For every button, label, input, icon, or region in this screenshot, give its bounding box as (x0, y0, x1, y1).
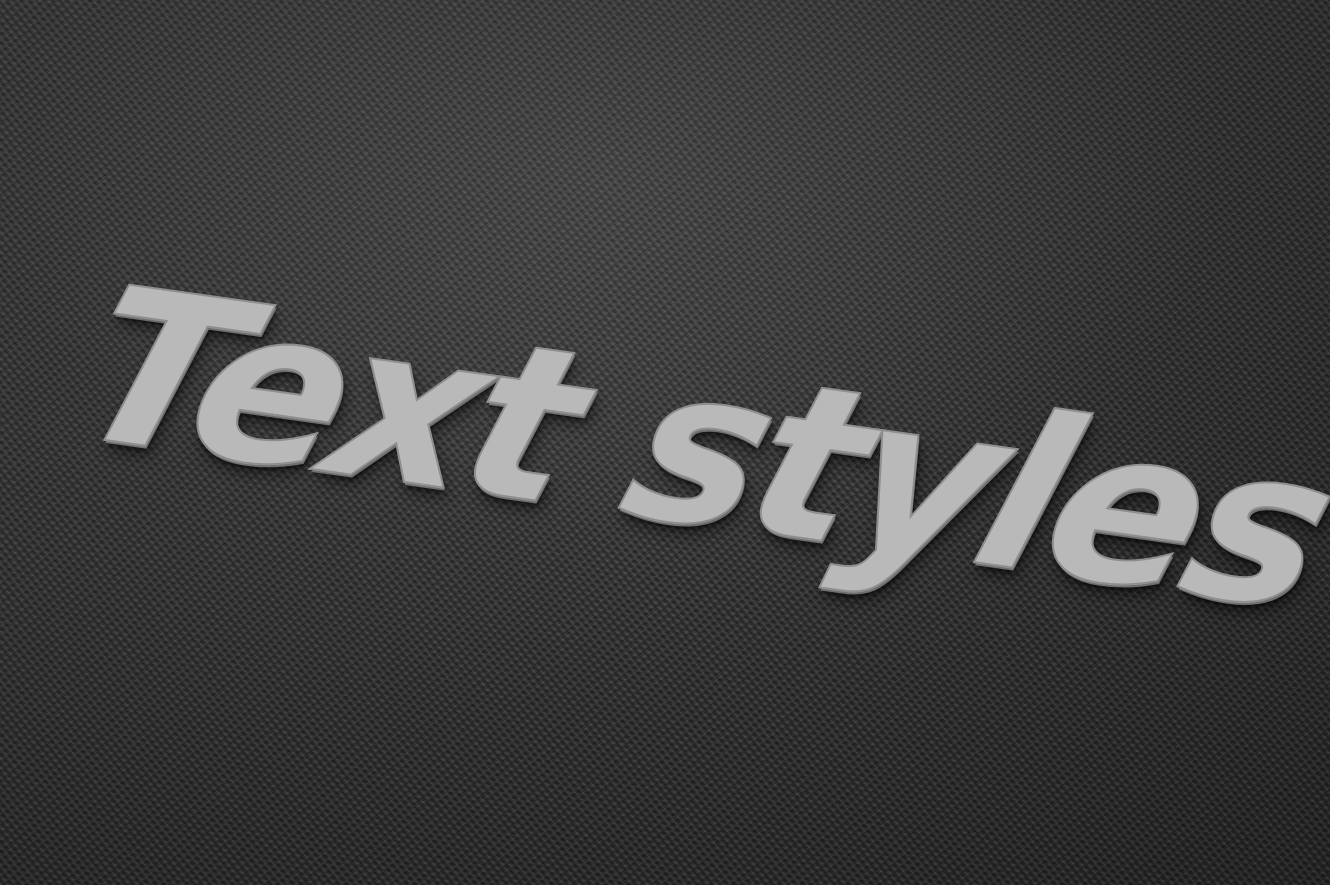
fabric-background: Text styles (0, 0, 1330, 885)
